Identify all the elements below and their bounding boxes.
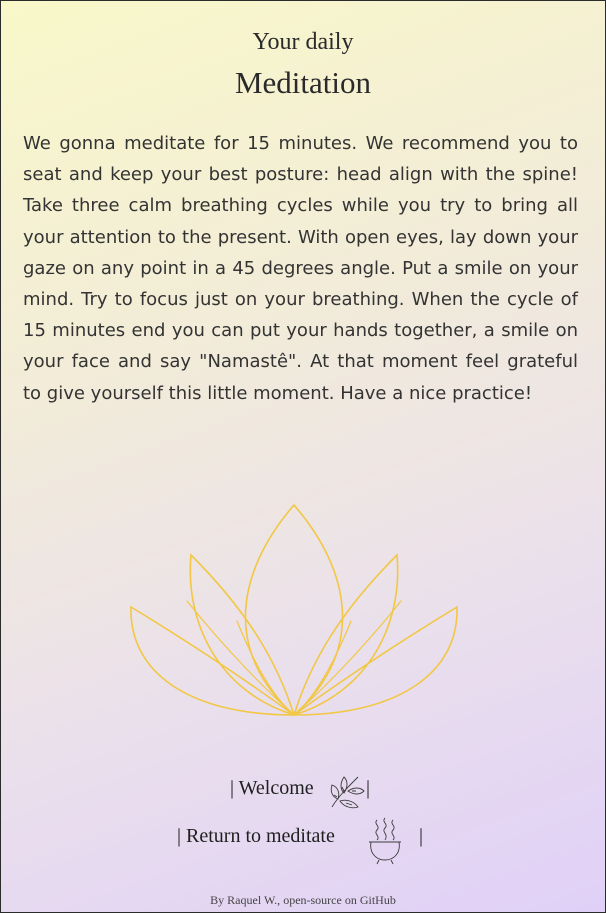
footer-credit: By Raquel W., — [210, 893, 284, 907]
footer: By Raquel W., open-source on GitHub — [1, 893, 605, 908]
welcome-link-label: | Welcome — [230, 777, 314, 799]
page-subtitle: Your daily — [252, 29, 354, 55]
welcome-separator: | — [366, 777, 371, 799]
lotus-icon — [130, 503, 458, 717]
incense-pot-icon[interactable] — [359, 814, 411, 866]
meditation-instructions: We gonna meditate for 15 minutes. We rec… — [23, 133, 578, 404]
page-title: Meditation — [234, 65, 372, 100]
return-separator: | — [419, 825, 424, 847]
welcome-link[interactable]: | Welcome — [230, 777, 314, 800]
github-link[interactable]: open-source on GitHub — [283, 893, 396, 907]
return-link-label: | Return to meditate — [177, 825, 335, 847]
leaves-icon[interactable] — [326, 771, 366, 811]
return-to-meditate-link[interactable]: | Return to meditate — [177, 825, 335, 848]
